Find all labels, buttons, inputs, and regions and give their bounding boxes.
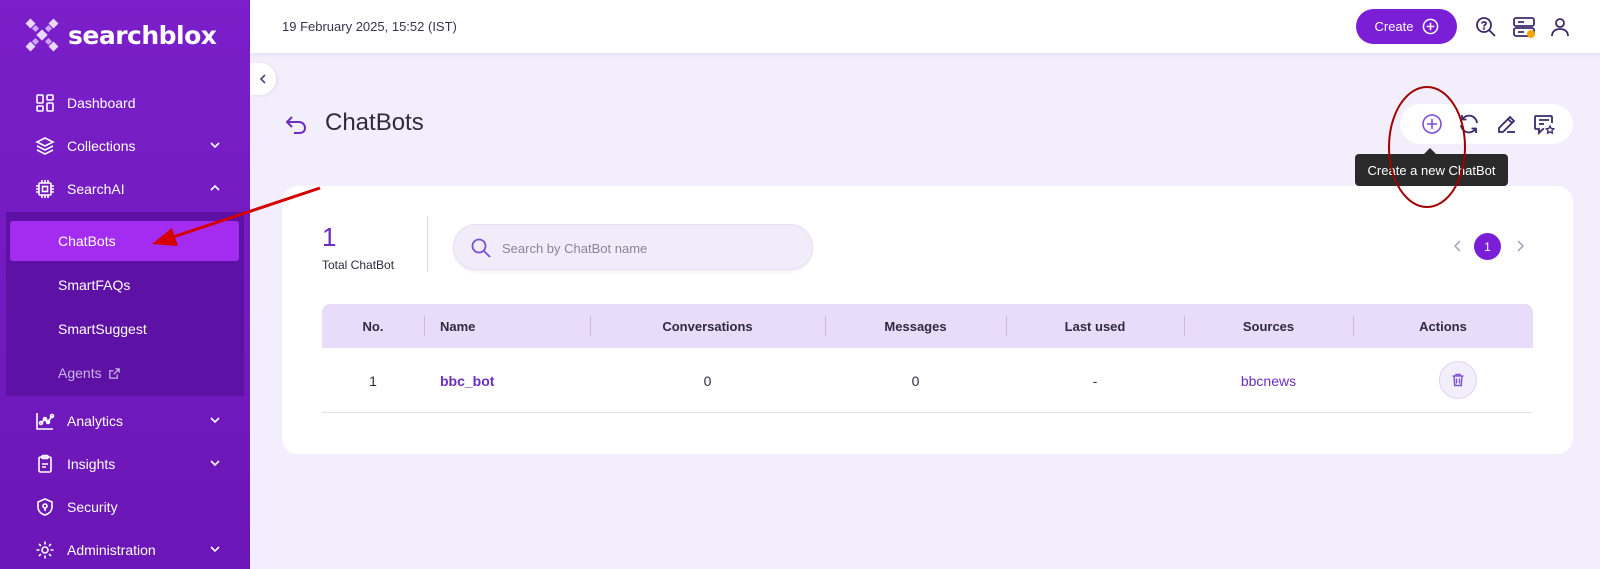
column-header-actions: Actions <box>1419 318 1467 334</box>
edit-icon[interactable] <box>1495 112 1519 136</box>
search-input[interactable] <box>502 237 792 259</box>
refresh-icon[interactable] <box>1457 112 1481 136</box>
chart-icon <box>36 413 55 430</box>
column-header-last-used[interactable]: Last used <box>1006 304 1184 348</box>
column-header-sources[interactable]: Sources <box>1184 304 1353 348</box>
chevron-up-icon <box>210 184 220 191</box>
sidebar-item-administration[interactable]: Administration <box>0 530 250 569</box>
table-row: 1 bbc_bot 0 0 - bbcnews <box>322 348 1533 413</box>
sidebar-subitem-label: SmartFAQs <box>58 277 131 293</box>
sidebar-item-searchai[interactable]: SearchAI <box>0 169 250 209</box>
brand-name: searchblox <box>68 20 217 50</box>
logo-mark-icon <box>25 18 59 52</box>
sidebar-item-security[interactable]: Security <box>0 487 250 527</box>
external-link-icon <box>108 367 120 379</box>
create-button-label: Create <box>1374 19 1414 34</box>
cell-conversations: 0 <box>703 372 712 389</box>
column-header-name[interactable]: Name <box>440 304 475 348</box>
column-separator <box>424 316 425 336</box>
source-link[interactable]: bbcnews <box>1184 348 1353 413</box>
sidebar-item-label: Security <box>67 499 118 515</box>
trash-icon <box>1452 373 1464 387</box>
sidebar-item-label: Analytics <box>67 413 124 429</box>
gear-icon <box>36 541 54 559</box>
search-icon <box>471 238 491 258</box>
column-header-messages[interactable]: Messages <box>825 304 1006 348</box>
divider <box>427 216 428 272</box>
back-icon[interactable] <box>284 113 308 137</box>
sidebar-subitem-chatbots[interactable]: ChatBots <box>10 221 239 261</box>
chip-icon <box>36 180 54 198</box>
cell-messages: 0 <box>911 372 920 389</box>
column-header-conversations[interactable]: Conversations <box>590 304 825 348</box>
user-icon[interactable] <box>1548 15 1572 39</box>
sidebar-subitem-smartsuggest[interactable]: SmartSuggest <box>0 309 250 349</box>
chevron-down-icon <box>210 417 220 424</box>
chevron-down-icon <box>210 142 220 149</box>
cell-no: 1 <box>369 372 377 389</box>
plus-circle-icon <box>1422 18 1438 35</box>
search-help-icon[interactable] <box>1474 15 1498 39</box>
sidebar-subitem-smartfaqs[interactable]: SmartFAQs <box>0 265 250 305</box>
total-count-label: Total ChatBot <box>322 258 395 272</box>
top-bar: 19 February 2025, 15:52 (IST) Create <box>250 0 1600 53</box>
tooltip-create-chatbot: Create a new ChatBot <box>1355 148 1508 186</box>
delete-button[interactable] <box>1439 361 1477 399</box>
create-button[interactable]: Create <box>1356 9 1457 44</box>
sidebar-subitem-label: ChatBots <box>58 233 116 249</box>
sidebar-item-label: Collections <box>67 138 136 154</box>
chatbot-action-bar <box>1400 104 1573 144</box>
search-box <box>453 224 813 270</box>
sidebar-item-collections[interactable]: Collections <box>0 126 250 166</box>
server-status-icon[interactable] <box>1512 15 1536 39</box>
chevron-down-icon <box>210 546 220 553</box>
table-header: No. Name Conversations Messages Last use… <box>322 304 1533 348</box>
layers-icon <box>35 137 55 155</box>
page-number-button[interactable]: 1 <box>1474 233 1501 260</box>
column-header-no[interactable]: No. <box>322 304 424 348</box>
dashboard-icon <box>36 94 54 112</box>
prev-page-icon[interactable] <box>1450 238 1466 254</box>
chatbots-card: 1 Total ChatBot 1 No. Name Conversations… <box>282 186 1573 454</box>
next-page-icon[interactable] <box>1512 238 1528 254</box>
sidebar-item-insights[interactable]: Insights <box>0 444 250 484</box>
brand-logo[interactable]: searchblox <box>24 14 217 56</box>
add-chatbot-icon[interactable] <box>1420 112 1444 136</box>
page-title: ChatBots <box>325 109 424 136</box>
chatbot-name-link[interactable]: bbc_bot <box>440 348 494 413</box>
clipboard-icon <box>38 454 52 473</box>
current-datetime: 19 February 2025, 15:52 (IST) <box>282 19 457 34</box>
chevron-down-icon <box>210 460 220 467</box>
sidebar-item-label: Insights <box>67 456 116 472</box>
cell-last-used: - <box>1092 372 1098 389</box>
sidebar-item-dashboard[interactable]: Dashboard <box>0 83 250 123</box>
sidebar-item-analytics[interactable]: Analytics <box>0 401 250 441</box>
sidebar-subitem-label: SmartSuggest <box>58 321 147 337</box>
shield-icon <box>37 498 53 516</box>
collapse-sidebar-button[interactable] <box>250 63 276 95</box>
sidebar-item-label: Administration <box>67 542 156 558</box>
sidebar-item-label: SearchAI <box>67 181 125 197</box>
total-count: 1 <box>322 222 337 252</box>
sidebar-item-label: Dashboard <box>67 95 136 111</box>
chat-star-icon[interactable] <box>1532 112 1556 136</box>
sidebar: searchblox Dashboard Collections SearchA… <box>0 0 250 569</box>
sidebar-subitem-agents[interactable]: Agents <box>0 353 250 393</box>
sidebar-subitem-label: Agents <box>58 365 102 381</box>
chevron-left-icon <box>259 74 266 84</box>
